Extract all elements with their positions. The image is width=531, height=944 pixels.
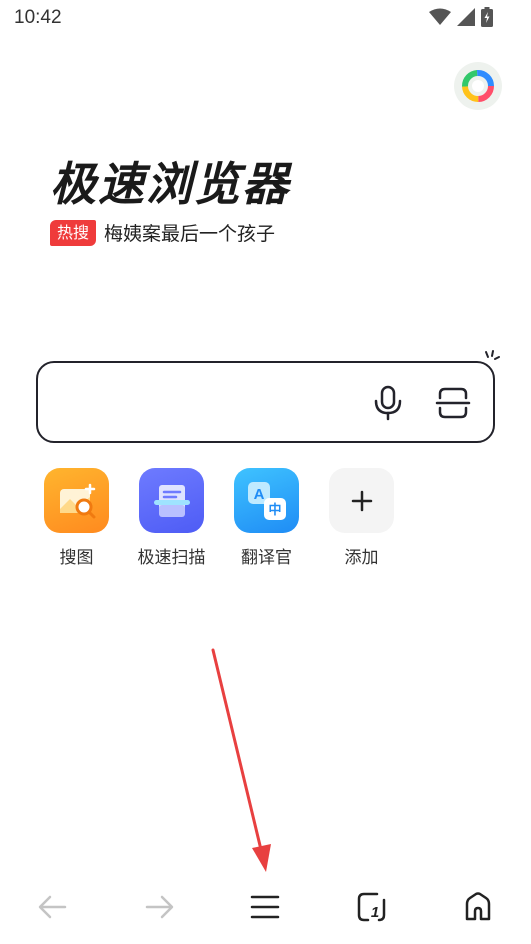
search-input[interactable] xyxy=(36,361,495,443)
shortcut-add[interactable]: 添加 xyxy=(325,468,420,568)
color-wheel-icon xyxy=(462,70,494,102)
battery-icon xyxy=(481,7,493,27)
tab-count: 1 xyxy=(370,904,378,921)
theme-avatar[interactable] xyxy=(454,62,502,110)
tabs-icon: 1 xyxy=(357,892,385,922)
shortcut-label: 搜图 xyxy=(59,548,94,568)
shortcut-image-search[interactable]: 搜图 xyxy=(40,468,135,568)
bottom-nav: 1 xyxy=(0,876,531,938)
document-scan-icon xyxy=(139,468,204,533)
nav-tabs[interactable]: 1 xyxy=(319,876,425,938)
image-search-icon xyxy=(44,468,109,533)
nav-back[interactable] xyxy=(0,876,106,938)
translate-icon: A 中 xyxy=(234,468,299,533)
svg-text:中: 中 xyxy=(268,502,281,518)
microphone-icon[interactable] xyxy=(371,385,405,421)
shortcut-fast-scan[interactable]: 极速扫描 xyxy=(135,468,230,568)
nav-menu[interactable] xyxy=(212,876,318,938)
svg-text:A: A xyxy=(253,486,264,503)
nav-home[interactable] xyxy=(425,876,531,938)
shortcut-grid: 搜图 极速扫描 A 中 翻译官 添加 xyxy=(40,468,420,568)
shortcut-label: 翻译官 xyxy=(241,548,292,568)
menu-icon xyxy=(251,895,280,919)
back-arrow-icon xyxy=(38,895,67,919)
shortcut-label: 添加 xyxy=(344,548,379,568)
scan-icon[interactable] xyxy=(435,385,471,421)
hot-search-row[interactable]: 热搜 梅姨案最后一个孩子 xyxy=(50,219,275,246)
home-icon xyxy=(465,892,491,921)
status-bar: 10:42 xyxy=(0,0,531,38)
plus-icon xyxy=(329,468,394,533)
shortcut-label: 极速扫描 xyxy=(137,548,206,568)
hot-search-text[interactable]: 梅姨案最后一个孩子 xyxy=(104,219,275,246)
nav-forward[interactable] xyxy=(106,876,212,938)
status-time: 10:42 xyxy=(14,7,62,28)
hot-search-badge: 热搜 xyxy=(50,219,97,246)
signal-icon xyxy=(457,8,475,26)
wifi-icon xyxy=(429,8,451,25)
status-icons xyxy=(429,7,493,27)
forward-arrow-icon xyxy=(146,895,174,919)
brand-title: 极速浏览器 xyxy=(50,157,290,211)
shortcut-translator[interactable]: A 中 翻译官 xyxy=(230,468,325,568)
